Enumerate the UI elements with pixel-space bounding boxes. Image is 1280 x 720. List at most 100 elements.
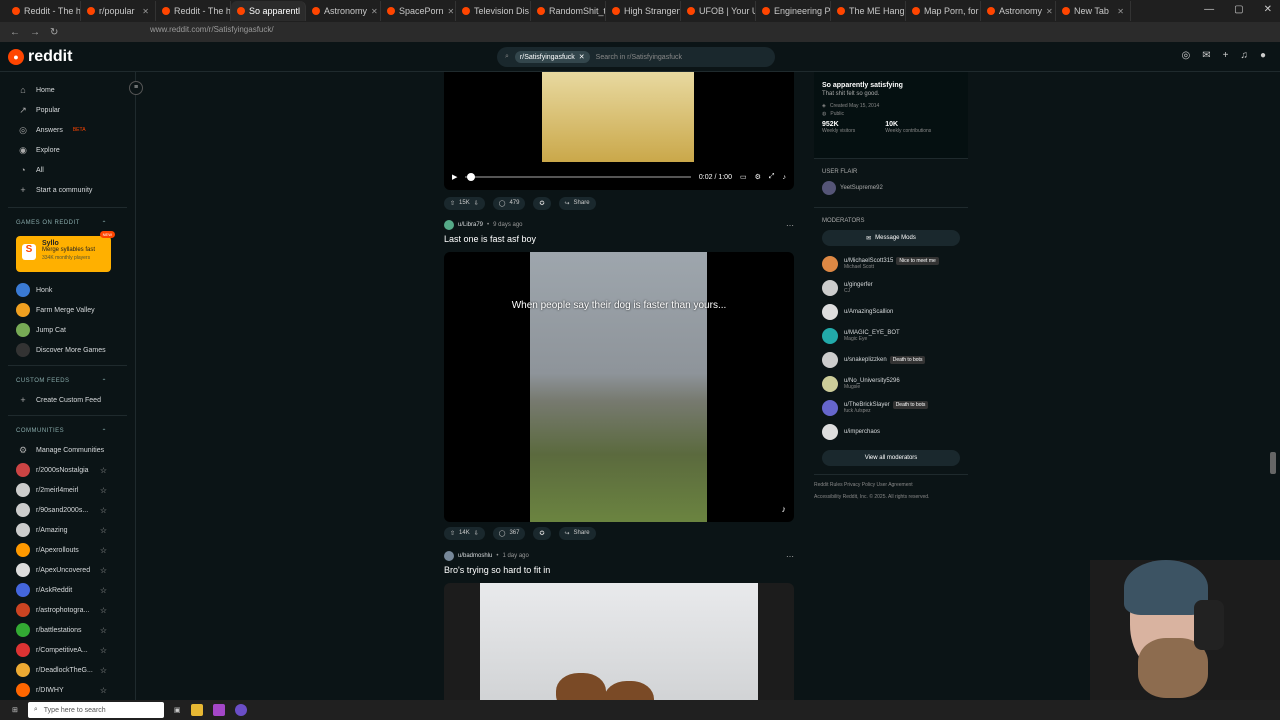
community-item[interactable]: r/90sand2000s... ☆ (0, 500, 135, 520)
url-text[interactable]: www.reddit.com/r/Satisfyingasfuck/ (150, 25, 274, 34)
star-icon[interactable]: ☆ (100, 586, 107, 595)
community-item[interactable]: r/astrophotogra... ☆ (0, 600, 135, 620)
browser-tab[interactable]: Reddit - The hea✕ (6, 1, 81, 21)
clear-chip-icon[interactable]: ✕ (579, 53, 585, 61)
star-icon[interactable]: ☆ (100, 666, 107, 675)
windows-start-icon[interactable]: ⊞ (12, 706, 18, 714)
game-item[interactable]: Farm Merge Valley (0, 300, 135, 320)
star-icon[interactable]: ☆ (100, 506, 107, 515)
vote-pill[interactable]: ⇧ 15K ⇩ (444, 196, 485, 210)
avatar[interactable] (444, 220, 454, 230)
create-custom-feed[interactable]: + Create Custom Feed (0, 390, 135, 410)
video-player[interactable]: When people say their dog is faster than… (444, 252, 794, 522)
downvote-icon[interactable]: ⇩ (474, 530, 479, 537)
task-view-icon[interactable]: ▣ (174, 706, 181, 714)
close-tab-icon[interactable]: ✕ (448, 7, 455, 16)
browser-tab[interactable]: r/popular ✕ (81, 1, 156, 21)
star-icon[interactable]: ☆ (100, 566, 107, 575)
communities-header[interactable]: COMMUNITIES ⌃ (0, 422, 135, 440)
reload-icon[interactable]: ↻ (50, 27, 58, 38)
avatar[interactable]: ● (1260, 50, 1266, 61)
forward-icon[interactable]: → (30, 27, 40, 38)
browser-tab[interactable]: So apparentl✕ (231, 1, 306, 21)
search-input[interactable]: ⌕ r/Satisfyingasfuck ✕ Search in r/Satis… (497, 47, 775, 67)
sidebar-item-start-a-community[interactable]: + Start a community (0, 180, 135, 200)
community-item[interactable]: r/DeadlockTheG... ☆ (0, 660, 135, 680)
browser-tab[interactable]: The ME Hang Out✕ (831, 1, 906, 21)
post-title[interactable]: Bro's trying so hard to fit in (444, 565, 794, 579)
star-icon[interactable]: ☆ (100, 526, 107, 535)
create-post-icon[interactable]: + (1223, 50, 1229, 61)
browser-tab[interactable]: High Strangeness✕ (606, 1, 681, 21)
reddit-logo[interactable]: ● reddit (8, 48, 72, 66)
community-item[interactable]: r/ApexUncovered ☆ (0, 560, 135, 580)
manage-communities[interactable]: ⚙ Manage Communities (0, 440, 135, 460)
captions-icon[interactable]: ▭ (740, 173, 747, 181)
star-icon[interactable]: ☆ (100, 546, 107, 555)
game-item[interactable]: Honk (0, 280, 135, 300)
notifications-icon[interactable]: ♫ (1240, 50, 1248, 61)
volume-icon[interactable]: ♪ (783, 174, 787, 181)
view-all-moderators-button[interactable]: View all moderators (822, 450, 960, 466)
browser-tab[interactable]: SpacePorn ✕ (381, 1, 456, 21)
back-icon[interactable]: ← (10, 27, 20, 38)
award-button[interactable]: ✪ (533, 526, 551, 540)
settings-icon[interactable]: ⚙ (755, 173, 761, 181)
star-icon[interactable]: ☆ (100, 646, 107, 655)
seek-bar[interactable] (465, 173, 691, 181)
moderator-item[interactable]: u/MAGIC_EYE_BOT Magic Eye (822, 324, 960, 348)
downvote-icon[interactable]: ⇩ (474, 200, 479, 207)
post-author[interactable]: u/badmoshlu (458, 553, 492, 559)
moderator-item[interactable]: u/AmazingScallion (822, 300, 960, 324)
browser-tab[interactable]: Astronomy ✕ (306, 1, 381, 21)
footer-links[interactable]: Reddit Rules Privacy Policy User Agreeme… (814, 479, 968, 491)
share-button[interactable]: ↪ Share (558, 526, 596, 540)
post-title[interactable]: Last one is fast asf boy (444, 234, 794, 248)
community-item[interactable]: r/2000sNostalgia ☆ (0, 460, 135, 480)
post-card[interactable]: u/Libra79 • 9 days ago ⋯ Last one is fas… (444, 218, 794, 542)
sidebar-item-home[interactable]: ⌂ Home (0, 80, 135, 100)
browser-tab[interactable]: Engineering Porn✕ (756, 1, 831, 21)
sidebar-item-all[interactable]: ◔ All (0, 160, 135, 180)
more-options-icon[interactable]: ⋯ (786, 221, 794, 230)
user-flair[interactable]: YeetSupreme92 (822, 181, 968, 195)
fullscreen-icon[interactable]: ⤢ (769, 173, 775, 181)
close-tab-icon[interactable]: ✕ (371, 7, 378, 16)
moderator-item[interactable]: u/No_University5296 Mugsie (822, 372, 960, 396)
close-icon[interactable]: ✕ (1264, 4, 1272, 15)
community-item[interactable]: r/Amazing ☆ (0, 520, 135, 540)
browser-tab[interactable]: RandomShit_tSaw✕ (531, 1, 606, 21)
moderator-item[interactable]: u/snakeplizzken Death to bots (822, 348, 960, 372)
video-player[interactable]: ▶ 0:02 / 1:00 ▭ ⚙ ⤢ ♪ (444, 72, 794, 190)
close-tab-icon[interactable]: ✕ (1046, 7, 1053, 16)
avatar[interactable] (444, 551, 454, 561)
search-community-chip[interactable]: r/Satisfyingasfuck ✕ (514, 51, 590, 63)
page-scrollbar[interactable] (1270, 452, 1276, 474)
chat-icon[interactable]: ✉ (1202, 50, 1210, 61)
games-section-header[interactable]: GAMES ON REDDIT ⌃ (0, 214, 135, 232)
more-options-icon[interactable]: ⋯ (786, 552, 794, 561)
award-button[interactable]: ✪ (533, 196, 551, 210)
maximize-icon[interactable]: ▢ (1234, 4, 1243, 15)
moderator-item[interactable]: u/imperchaos (822, 420, 960, 444)
custom-feeds-header[interactable]: CUSTOM FEEDS ⌃ (0, 372, 135, 390)
firefox-icon[interactable] (212, 704, 225, 716)
browser-tab[interactable]: Television Dis✕ (456, 1, 531, 21)
seek-knob[interactable] (467, 173, 476, 181)
star-icon[interactable]: ☆ (100, 606, 107, 615)
advertise-icon[interactable]: ◎ (1181, 50, 1190, 61)
comments-button[interactable]: ◯ 479 (492, 196, 526, 210)
post-card[interactable]: u/badmoshlu • 1 day ago ⋯ Bro's trying s… (444, 549, 794, 700)
browser-tab[interactable]: New Tab ✕ (1056, 1, 1131, 21)
browser-tab[interactable]: Map Porn, for ent✕ (906, 1, 981, 21)
community-item[interactable]: r/CompetitiveA... ☆ (0, 640, 135, 660)
file-explorer-icon[interactable] (190, 704, 203, 716)
vote-pill[interactable]: ⇧ 14K ⇩ (444, 526, 485, 540)
star-icon[interactable]: ☆ (100, 486, 107, 495)
star-icon[interactable]: ☆ (100, 686, 107, 695)
minimize-icon[interactable]: — (1204, 4, 1214, 15)
video-player[interactable] (444, 583, 794, 700)
sidebar-collapse-icon[interactable]: ≡ (129, 81, 143, 95)
sidebar-item-explore[interactable]: ◉ Explore (0, 140, 135, 160)
moderator-item[interactable]: u/MichaelScott315 Nice to meet me Michael … (822, 252, 960, 276)
